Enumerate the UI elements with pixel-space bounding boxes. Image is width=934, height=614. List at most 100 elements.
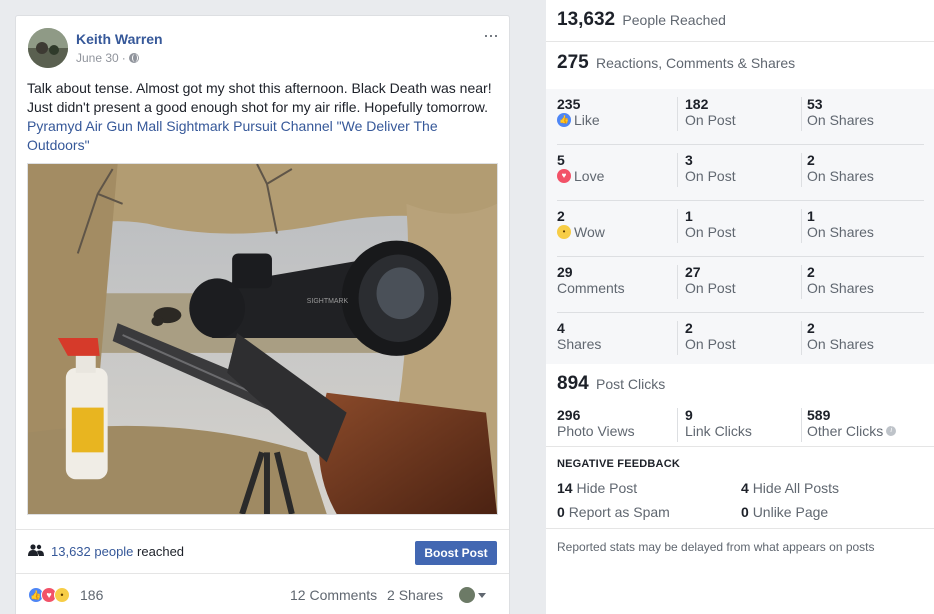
on-shares-cell: 2 On Shares: [807, 152, 874, 184]
divider: [801, 408, 802, 442]
hide-all-posts-stat: 4 Hide All Posts: [741, 480, 839, 496]
stats-footnote: Reported stats may be delayed from what …: [557, 540, 875, 554]
total-label: Comments: [557, 280, 625, 296]
total-value: 235: [557, 96, 581, 112]
post-body: Talk about tense. Almost got my shot thi…: [27, 80, 492, 115]
link-clicks-label: Link Clicks: [685, 423, 752, 439]
post-card: Keith Warren June 30 · ··· Talk about te…: [15, 15, 510, 614]
like-icon: 👍: [557, 113, 571, 127]
on-post-value: 2: [685, 320, 693, 336]
report-spam-stat: 0 Report as Spam: [557, 504, 670, 520]
divider: [801, 153, 802, 187]
post-tags-link[interactable]: Pyramyd Air Gun Mall Sightmark Pursuit C…: [27, 118, 438, 153]
boost-post-button[interactable]: Boost Post: [415, 541, 497, 565]
divider: [677, 153, 678, 187]
reach-text: 13,632 people reached: [51, 544, 184, 559]
author-name[interactable]: Keith Warren: [76, 31, 163, 47]
divider: [677, 209, 678, 243]
more-options-icon[interactable]: ···: [483, 26, 499, 44]
on-post-cell: 27 On Post: [685, 264, 736, 296]
insights-panel: 13,632 People Reached 275 Reactions, Com…: [546, 0, 934, 614]
shares-count-link[interactable]: 2 Shares: [387, 587, 443, 603]
on-post-value: 3: [685, 152, 693, 168]
on-post-label: On Post: [685, 280, 736, 296]
engagement-value: 275: [557, 52, 589, 73]
breakdown-row-comments: 29 Comments 27 On Post 2 On Shares: [557, 257, 924, 313]
on-post-cell: 182 On Post: [685, 96, 736, 128]
date-separator: ·: [121, 51, 126, 65]
on-shares-value: 2: [807, 264, 815, 280]
engagement-label: Reactions, Comments & Shares: [595, 55, 796, 71]
divider: [677, 408, 678, 442]
total-label: Wow: [574, 224, 605, 240]
negative-feedback-title: NEGATIVE FEEDBACK: [557, 458, 680, 470]
scope-brand-text: SIGHTMARK: [307, 298, 349, 305]
page-identity-selector[interactable]: [459, 587, 486, 603]
reach-count-link[interactable]: 13,632 people: [51, 544, 133, 559]
on-post-cell: 3 On Post: [685, 152, 736, 184]
link-clicks-cell: 9 Link Clicks: [685, 407, 752, 439]
hide-all-value: 4: [741, 480, 749, 496]
on-post-cell: 1 On Post: [685, 208, 736, 240]
divider: [801, 265, 802, 299]
on-shares-label: On Shares: [807, 336, 874, 352]
total-cell: 4 Shares: [557, 320, 601, 352]
hide-post-stat: 14 Hide Post: [557, 480, 637, 496]
on-post-value: 1: [685, 208, 693, 224]
on-shares-value: 2: [807, 152, 815, 168]
post-clicks-label: Post Clicks: [595, 376, 666, 392]
info-icon[interactable]: i: [886, 426, 897, 436]
post-stats-row: 👍 ♥ • 186 12 Comments 2 Shares: [16, 573, 509, 614]
divider: [801, 209, 802, 243]
on-post-label: On Post: [685, 112, 736, 128]
on-post-label: On Post: [685, 168, 736, 184]
divider: [801, 321, 802, 355]
on-shares-value: 53: [807, 96, 823, 112]
on-shares-cell: 53 On Shares: [807, 96, 874, 128]
post-header: Keith Warren June 30 · ···: [28, 26, 499, 68]
wow-icon: •: [557, 225, 571, 239]
people-icon: [28, 544, 44, 556]
total-cell: 5 ♥ Love: [557, 152, 604, 184]
page-avatar: [459, 587, 475, 603]
unlike-page-value: 0: [741, 504, 749, 520]
divider: [801, 97, 802, 131]
engagement-summary: 275 Reactions, Comments & Shares: [557, 52, 795, 74]
post-photo[interactable]: SIGHTMARK: [27, 163, 498, 515]
total-cell: 235 👍 Like: [557, 96, 600, 128]
total-value: 29: [557, 264, 573, 280]
on-shares-label: On Shares: [807, 280, 874, 296]
on-shares-cell: 2 On Shares: [807, 320, 874, 352]
divider: [546, 446, 934, 447]
photo-views-cell: 296 Photo Views: [557, 407, 635, 439]
on-shares-cell: 1 On Shares: [807, 208, 874, 240]
people-reached-summary: 13,632 People Reached: [557, 9, 726, 31]
other-clicks-label: Other Clicks: [807, 423, 884, 439]
photo-views-label: Photo Views: [557, 423, 635, 439]
hide-post-label: Hide Post: [576, 480, 638, 496]
divider: [546, 528, 934, 529]
comments-count-link[interactable]: 12 Comments: [290, 587, 377, 603]
on-shares-value: 2: [807, 320, 815, 336]
report-spam-label: Report as Spam: [568, 504, 670, 520]
on-shares-label: On Shares: [807, 168, 874, 184]
post-clicks-summary: 894 Post Clicks: [557, 373, 665, 395]
hide-post-value: 14: [557, 480, 573, 496]
wow-icon: •: [54, 587, 70, 603]
report-spam-value: 0: [557, 504, 565, 520]
rifle-scope-photo: SIGHTMARK: [28, 164, 497, 514]
post-date[interactable]: June 30: [76, 51, 119, 65]
other-clicks-cell: 589 Other Clicks i: [807, 407, 897, 439]
breakdown-row-shares: 4 Shares 2 On Post 2 On Shares: [557, 313, 924, 369]
reaction-icons[interactable]: 👍 ♥ •: [28, 587, 70, 603]
on-post-label: On Post: [685, 224, 736, 240]
author-avatar[interactable]: [28, 28, 68, 68]
on-shares-cell: 2 On Shares: [807, 264, 874, 296]
engagement-breakdown: 235 👍 Like 182 On Post 53 On Shares 5 ♥ Lo…: [546, 89, 934, 364]
total-value: 5: [557, 152, 565, 168]
reach-suffix: reached: [137, 544, 185, 559]
reaction-count[interactable]: 186: [80, 587, 103, 603]
total-label: Love: [574, 168, 605, 184]
breakdown-row-love: 5 ♥ Love 3 On Post 2 On Shares: [557, 145, 924, 201]
on-shares-value: 1: [807, 208, 815, 224]
